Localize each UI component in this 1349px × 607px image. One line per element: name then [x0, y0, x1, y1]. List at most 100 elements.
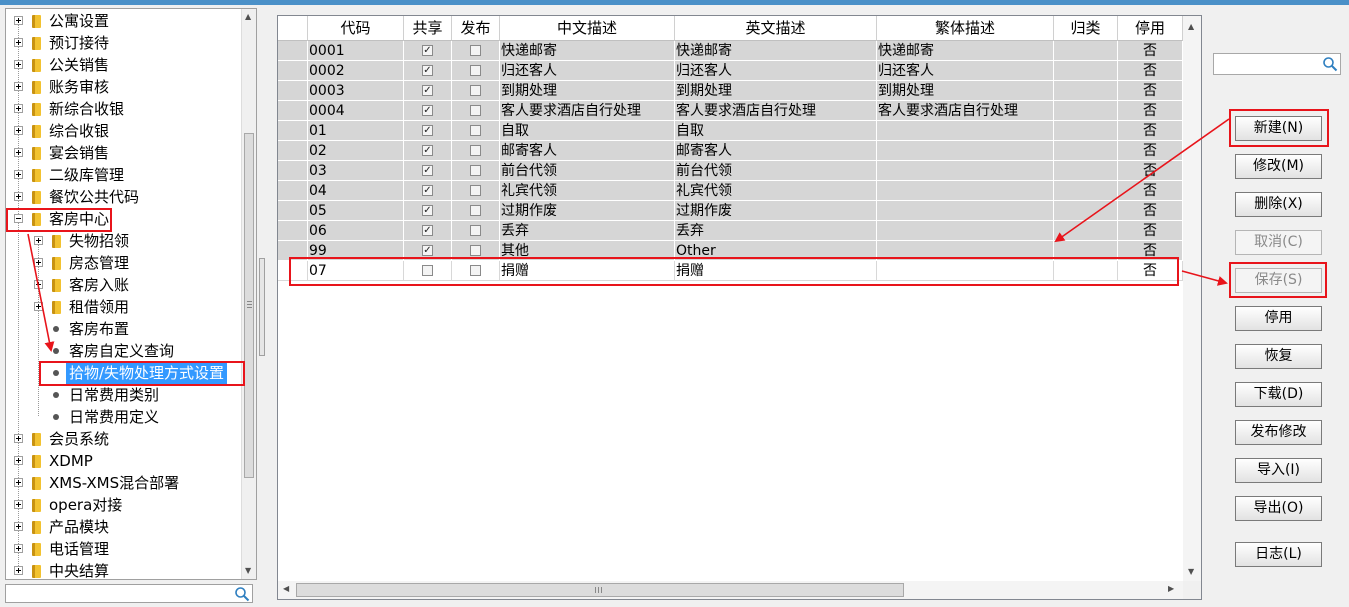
cell-disabled[interactable]: 否 [1118, 201, 1183, 221]
expand-icon[interactable] [14, 522, 23, 531]
checkbox-unchecked[interactable] [470, 264, 481, 276]
cell-tw[interactable] [877, 121, 1054, 141]
tree-item[interactable]: 中央结算 [6, 560, 239, 579]
checkbox-unchecked[interactable] [470, 104, 481, 116]
checkbox-checked[interactable]: ✓ [422, 184, 433, 196]
cell-tw[interactable] [877, 141, 1054, 161]
cell-tw[interactable]: 客人要求酒店自行处理 [877, 101, 1054, 121]
tree-item[interactable]: opera对接 [6, 494, 239, 516]
tree-item[interactable]: 二级库管理 [6, 164, 239, 186]
cell-tw[interactable] [877, 161, 1054, 181]
cell-disabled[interactable]: 否 [1118, 161, 1183, 181]
grid-column-header[interactable]: 归类 [1054, 16, 1118, 41]
scroll-up-arrow-icon[interactable]: ▲ [245, 12, 251, 21]
collapse-icon[interactable] [14, 214, 23, 223]
cell-cn[interactable]: 到期处理 [500, 81, 675, 101]
cell-disabled[interactable]: 否 [1118, 121, 1183, 141]
expand-icon[interactable] [14, 148, 23, 157]
cell-en[interactable]: Other [675, 241, 877, 261]
row-selector[interactable] [278, 201, 308, 221]
cell-category[interactable] [1054, 81, 1118, 101]
table-row[interactable]: 0004 ✓ 客人要求酒店自行处理 客人要求酒店自行处理 客人要求酒店自行处理否 [278, 101, 1183, 121]
expand-icon[interactable] [34, 302, 43, 311]
cell-tw[interactable]: 归还客人 [877, 61, 1054, 81]
expand-icon[interactable] [14, 82, 23, 91]
cell-en[interactable]: 过期作废 [675, 201, 877, 221]
cell-category[interactable] [1054, 241, 1118, 261]
expand-icon[interactable] [14, 104, 23, 113]
cell-category[interactable] [1054, 121, 1118, 141]
checkbox-checked[interactable]: ✓ [422, 224, 433, 236]
cell-code[interactable]: 0003 [308, 81, 404, 101]
cell-disabled[interactable]: 否 [1118, 81, 1183, 101]
table-row[interactable]: 01 ✓ 自取 自取 否 [278, 121, 1183, 141]
export-button[interactable]: 导出(O) [1235, 496, 1322, 521]
cell-tw[interactable] [877, 261, 1054, 281]
cell-en[interactable]: 客人要求酒店自行处理 [675, 101, 877, 121]
table-row[interactable]: 06 ✓ 丢弃 丢弃 否 [278, 221, 1183, 241]
cell-code[interactable]: 06 [308, 221, 404, 241]
cell-category[interactable] [1054, 61, 1118, 81]
tree-item[interactable]: 账务审核 [6, 76, 239, 98]
panel-splitter-handle[interactable] [259, 258, 265, 356]
import-button[interactable]: 导入(I) [1235, 458, 1322, 483]
tree-search-box[interactable] [5, 584, 253, 603]
scroll-right-arrow-icon[interactable]: ▶ [1168, 584, 1174, 593]
row-selector[interactable] [278, 161, 308, 181]
cell-en[interactable]: 快递邮寄 [675, 41, 877, 61]
table-row[interactable]: 0003 ✓ 到期处理 到期处理 到期处理否 [278, 81, 1183, 101]
cell-disabled[interactable]: 否 [1118, 41, 1183, 61]
cell-code[interactable]: 01 [308, 121, 404, 141]
cell-disabled[interactable]: 否 [1118, 61, 1183, 81]
grid-column-header[interactable]: 繁体描述 [877, 16, 1054, 41]
tree-item[interactable]: 宴会销售 [6, 142, 239, 164]
cell-cn[interactable]: 归还客人 [500, 61, 675, 81]
expand-icon[interactable] [14, 126, 23, 135]
cell-code[interactable]: 0002 [308, 61, 404, 81]
tree-item[interactable]: 公关销售 [6, 54, 239, 76]
tree-item[interactable]: 客房自定义查询 [6, 340, 239, 362]
checkbox-checked[interactable]: ✓ [422, 164, 433, 176]
row-selector[interactable] [278, 121, 308, 141]
grid-horizontal-scrollbar-thumb[interactable] [296, 583, 904, 597]
tree-item[interactable]: 失物招领 [6, 230, 239, 252]
checkbox-checked[interactable]: ✓ [422, 84, 433, 96]
expand-icon[interactable] [14, 544, 23, 553]
cell-cn[interactable]: 捐赠 [500, 261, 675, 281]
checkbox-unchecked[interactable] [470, 64, 481, 76]
checkbox-unchecked[interactable] [470, 44, 481, 56]
publish-edit-button[interactable]: 发布修改 [1235, 420, 1322, 445]
row-selector[interactable] [278, 261, 308, 281]
log-button[interactable]: 日志(L) [1235, 542, 1322, 567]
cell-cn[interactable]: 礼宾代领 [500, 181, 675, 201]
row-selector[interactable] [278, 61, 308, 81]
disable-button[interactable]: 停用 [1235, 306, 1322, 331]
grid-search-box[interactable] [1213, 53, 1341, 75]
row-selector[interactable] [278, 101, 308, 121]
tree-search-input[interactable] [8, 586, 230, 601]
tree-scrollbar[interactable]: ▲ ▼ [241, 9, 256, 579]
scroll-up-arrow-icon[interactable]: ▲ [1188, 22, 1194, 31]
grid-column-header[interactable]: 发布 [452, 16, 500, 41]
grid-horizontal-scrollbar[interactable]: ◀ ▶ [278, 581, 1183, 599]
tree-item[interactable]: 拾物/失物处理方式设置 [6, 362, 239, 384]
tree-item[interactable]: 客房中心 [6, 208, 239, 230]
scroll-down-arrow-icon[interactable]: ▼ [245, 566, 251, 575]
cell-code[interactable]: 07 [308, 261, 404, 281]
expand-icon[interactable] [34, 258, 43, 267]
edit-button[interactable]: 修改(M) [1235, 154, 1322, 179]
cell-cn[interactable]: 快递邮寄 [500, 41, 675, 61]
tree-item[interactable]: 日常费用定义 [6, 406, 239, 428]
tree-item[interactable]: 综合收银 [6, 120, 239, 142]
checkbox-unchecked[interactable] [470, 224, 481, 236]
cell-en[interactable]: 自取 [675, 121, 877, 141]
checkbox-unchecked[interactable] [470, 204, 481, 216]
cell-cn[interactable]: 过期作废 [500, 201, 675, 221]
grid-column-header[interactable]: 共享 [404, 16, 452, 41]
cell-code[interactable]: 04 [308, 181, 404, 201]
tree-item[interactable]: 餐饮公共代码 [6, 186, 239, 208]
delete-button[interactable]: 删除(X) [1235, 192, 1322, 217]
module-tree[interactable]: 公寓设置 预订接待 公关销售 账务审核 新综合收银 综合收银 宴会销售 二级库管理 餐饮公共代码… [5, 8, 257, 580]
row-selector[interactable] [278, 221, 308, 241]
tree-scrollbar-thumb[interactable] [244, 133, 254, 478]
